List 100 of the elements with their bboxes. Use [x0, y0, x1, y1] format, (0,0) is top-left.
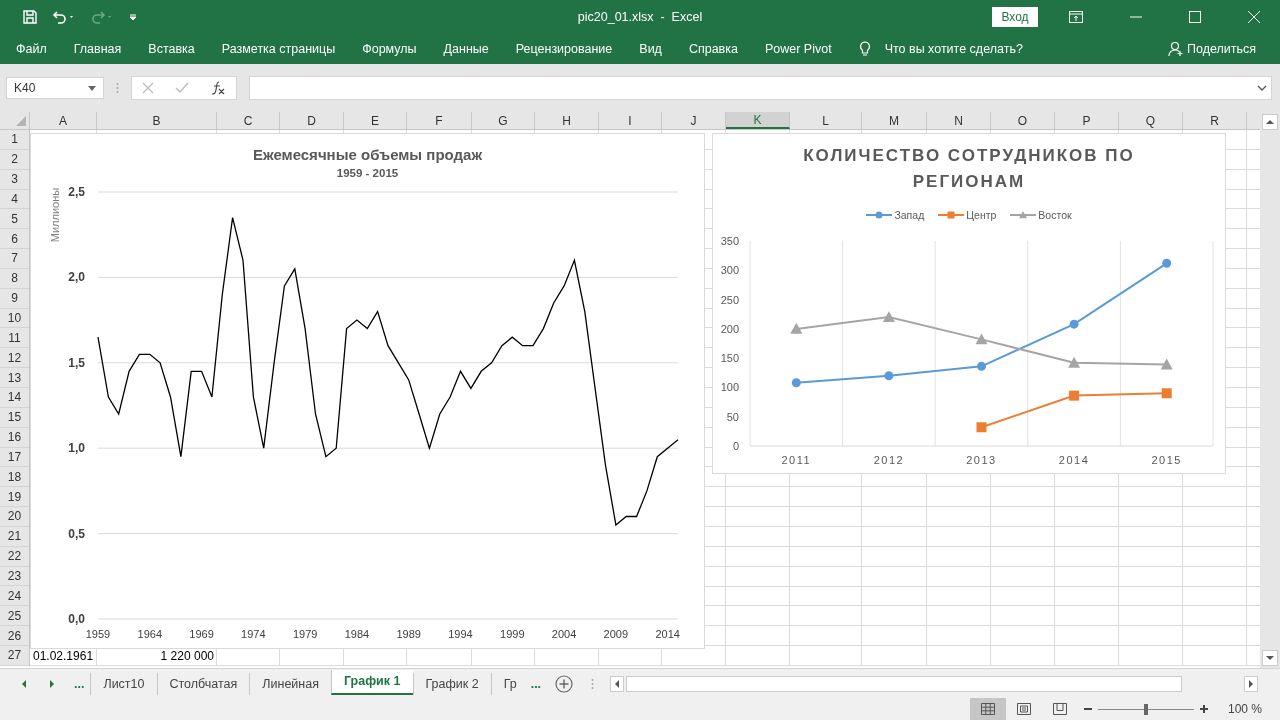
more-sheets[interactable]: ...: [530, 676, 542, 691]
row-header[interactable]: 26: [0, 626, 29, 646]
row-header[interactable]: 24: [0, 586, 29, 607]
more-sheets[interactable]: ...: [74, 676, 85, 691]
zoom-out-icon[interactable]: [1083, 705, 1092, 713]
tick-label: 300: [720, 264, 739, 277]
column-header[interactable]: H: [535, 112, 599, 129]
ribbon-tab[interactable]: Файл: [16, 42, 47, 56]
undo-icon[interactable]: [52, 9, 76, 25]
scroll-up-icon[interactable]: [1262, 114, 1278, 130]
ribbon-tab[interactable]: Рецензирование: [515, 42, 613, 56]
row-header[interactable]: 5: [0, 209, 29, 230]
column-header[interactable]: N: [927, 112, 991, 129]
row-header[interactable]: 23: [0, 566, 29, 587]
maximize-icon[interactable]: [1189, 11, 1201, 23]
save-icon[interactable]: [22, 9, 38, 25]
scroll-thumb[interactable]: [626, 675, 1182, 692]
column-header[interactable]: R: [1183, 112, 1247, 129]
row-header[interactable]: 12: [0, 348, 29, 369]
row-header[interactable]: 6: [0, 229, 29, 250]
tell-me-search[interactable]: Что вы хотите сделать?: [884, 42, 1023, 56]
column-header[interactable]: C: [217, 112, 280, 129]
row-header[interactable]: 25: [0, 606, 29, 627]
row-header[interactable]: 20: [0, 507, 29, 527]
drag-handle-icon[interactable]: [116, 82, 119, 94]
caret-icon[interactable]: [88, 85, 96, 91]
sheet-tab[interactable]: Линейная: [249, 672, 331, 695]
scroll-down-icon[interactable]: [1262, 650, 1278, 666]
column-header[interactable]: G: [472, 112, 535, 129]
share-button[interactable]: Поделиться: [1167, 41, 1256, 57]
row-header[interactable]: 11: [0, 328, 29, 349]
tick-label: 100: [720, 381, 739, 394]
legend-marker-icon: [1010, 210, 1037, 220]
scroll-left-icon[interactable]: [610, 675, 625, 692]
tick-label: 2014: [655, 628, 680, 640]
column-header[interactable]: E: [344, 112, 407, 129]
tick-label: 200: [720, 322, 739, 335]
close-icon[interactable]: [1248, 11, 1260, 23]
column-header[interactable]: B: [97, 112, 217, 129]
zoom-in-icon[interactable]: [1199, 705, 1208, 713]
ribbon-tab[interactable]: Данные: [443, 42, 489, 56]
tick-label: 2013: [966, 454, 997, 466]
row-header[interactable]: 7: [0, 249, 29, 269]
ribbon-tab[interactable]: Справка: [688, 42, 738, 56]
expand-icon[interactable]: [1257, 85, 1267, 91]
row-header[interactable]: 8: [0, 268, 29, 289]
row-header[interactable]: 9: [0, 288, 29, 309]
column-header[interactable]: P: [1055, 112, 1119, 129]
row-header[interactable]: 21: [0, 526, 29, 547]
row-header[interactable]: 2: [0, 149, 29, 170]
column-header[interactable]: L: [790, 112, 862, 129]
ribbon-tab[interactable]: Вид: [639, 42, 662, 56]
ribbon-tab[interactable]: Разметка страницы: [221, 42, 336, 56]
column-header[interactable]: F: [407, 112, 472, 129]
next-sheet-icon[interactable]: [48, 678, 56, 689]
vertical-scrollbar[interactable]: [1260, 112, 1280, 668]
scroll-right-icon[interactable]: [1244, 675, 1258, 692]
ribbon-display-icon[interactable]: [1069, 11, 1083, 23]
row-header[interactable]: 16: [0, 427, 29, 448]
column-header[interactable]: D: [280, 112, 344, 129]
customize-icon[interactable]: [128, 12, 138, 22]
row-header[interactable]: 14: [0, 387, 29, 408]
add-sheet-icon[interactable]: [555, 674, 574, 693]
sign-in-button[interactable]: Вход: [992, 7, 1038, 27]
sheet-tab[interactable]: Лист10: [90, 672, 157, 695]
ribbon-tab[interactable]: Power Pivot: [764, 42, 832, 56]
row-header[interactable]: 19: [0, 487, 29, 508]
row-header[interactable]: 3: [0, 169, 29, 190]
column-header[interactable]: K: [726, 112, 790, 129]
row-header[interactable]: 4: [0, 189, 29, 210]
data-marker: [1161, 388, 1172, 399]
ribbon-tab[interactable]: Вставка: [148, 42, 195, 56]
function-icon[interactable]: [209, 81, 226, 95]
ribbon-tab[interactable]: Формулы: [362, 42, 417, 56]
ribbon-tab[interactable]: Главная: [73, 42, 122, 56]
column-header[interactable]: A: [30, 112, 97, 129]
row-header[interactable]: 13: [0, 368, 29, 388]
sheet-tab[interactable]: Гр: [490, 672, 529, 695]
tick-label: 1989: [396, 628, 421, 640]
row-header[interactable]: 10: [0, 308, 29, 329]
row-header[interactable]: 17: [0, 447, 29, 468]
formula-input[interactable]: [249, 76, 1272, 100]
tick-label: 1,0: [68, 441, 85, 456]
previous-sheet-icon[interactable]: [20, 678, 28, 689]
row-header[interactable]: 22: [0, 546, 29, 567]
zoom-level[interactable]: 100 %: [1227, 702, 1262, 716]
name-box[interactable]: K40: [6, 77, 104, 99]
row-header[interactable]: 18: [0, 467, 29, 488]
column-header[interactable]: M: [862, 112, 927, 129]
column-header[interactable]: Q: [1119, 112, 1183, 129]
row-header[interactable]: 27: [0, 645, 29, 666]
column-header[interactable]: I: [599, 112, 662, 129]
row-header[interactable]: 1: [0, 130, 29, 150]
sheet-tab[interactable]: Столбчатая: [156, 672, 250, 695]
column-header[interactable]: O: [991, 112, 1055, 129]
row-header[interactable]: 15: [0, 407, 29, 428]
sheet-tab[interactable]: График 1: [331, 669, 413, 695]
sheet-tab[interactable]: График 2: [412, 672, 491, 695]
drag-handle-icon[interactable]: [591, 677, 595, 690]
normal-view-button[interactable]: [969, 698, 1006, 720]
